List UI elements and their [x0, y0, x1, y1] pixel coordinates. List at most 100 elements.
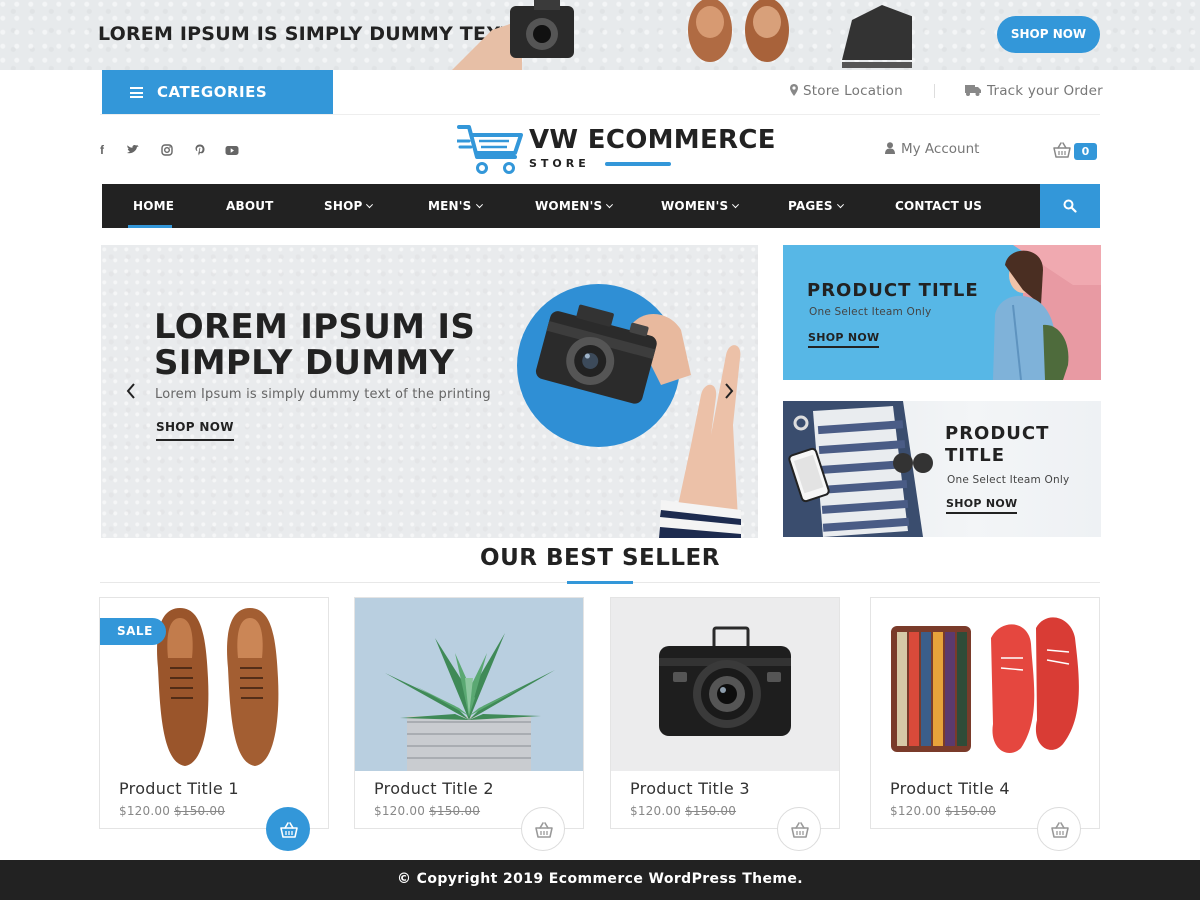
product-title[interactable]: Product Title 4: [890, 779, 1010, 798]
svg-text:f: f: [100, 143, 105, 157]
price-current: $120.00: [374, 804, 426, 818]
logo-accent-line: [605, 162, 671, 166]
user-icon: [885, 142, 895, 154]
search-button[interactable]: [1040, 184, 1100, 228]
product-card[interactable]: Product Title 3 $120.00 $150.00: [610, 597, 840, 851]
product-card[interactable]: Product Title 4 $120.00 $150.00: [870, 597, 1100, 851]
nav-shop-label: SHOP: [324, 199, 363, 213]
chevron-down-icon: [606, 201, 614, 209]
promo-accessories-image: [783, 401, 933, 537]
add-to-cart-button[interactable]: [1037, 807, 1081, 851]
section-accent-line: [567, 581, 633, 584]
banner-products-image: [452, 0, 912, 70]
price-old: $150.00: [429, 804, 481, 818]
hero-text: Lorem Ipsum is simply dummy text of the …: [155, 387, 491, 402]
nav-contact-us[interactable]: CONTACT US: [895, 199, 982, 213]
nav-womens-2[interactable]: WOMEN'S: [661, 199, 740, 213]
product-price: $120.00 $150.00: [374, 804, 480, 818]
chevron-down-icon: [836, 201, 844, 209]
product-price: $120.00 $150.00: [630, 804, 736, 818]
track-order-link[interactable]: Track your Order: [965, 83, 1103, 99]
nav-about[interactable]: ABOUT: [226, 199, 274, 213]
hero-shop-now-link[interactable]: SHOP NOW: [156, 420, 234, 441]
top-shop-now-button[interactable]: SHOP NOW: [997, 16, 1100, 53]
youtube-icon[interactable]: [224, 142, 240, 158]
hero-title: LOREM IPSUM IS SIMPLY DUMMY: [154, 307, 476, 383]
my-account-link[interactable]: My Account: [885, 141, 979, 157]
header-divider: [100, 114, 1100, 115]
nav-womens-2-label: WOMEN'S: [661, 199, 729, 213]
categories-button[interactable]: CATEGORIES: [102, 70, 333, 115]
instagram-icon[interactable]: [159, 142, 175, 158]
basket-icon: [280, 822, 298, 838]
map-marker-icon: [790, 84, 798, 96]
cart-logo-icon: [457, 125, 523, 174]
promo-woman-image: [993, 245, 1101, 380]
price-current: $120.00: [890, 804, 942, 818]
chevron-down-icon: [366, 201, 374, 209]
price-old: $150.00: [945, 804, 997, 818]
hero-camera-hand-image: [535, 304, 741, 538]
promo-2-subtitle: One Select Iteam Only: [947, 474, 1070, 486]
vintage-camera-image: [611, 598, 839, 771]
product-card[interactable]: Product Title 2 $120.00 $150.00: [354, 597, 584, 851]
best-seller-title: OUR BEST SELLER: [480, 545, 720, 571]
footer-copyright: © Copyright 2019 Ecommerce WordPress The…: [0, 860, 1200, 900]
cart-count-badge: 0: [1074, 143, 1097, 160]
chevron-down-icon: [732, 201, 740, 209]
search-icon: [1063, 199, 1077, 213]
top-banner: LOREM IPSUM IS SIMPLY DUMMY TEXT SHOP NO…: [0, 0, 1200, 70]
product-image[interactable]: [355, 598, 583, 771]
facebook-icon[interactable]: f: [94, 142, 110, 158]
sale-badge: SALE: [100, 618, 166, 645]
track-order-label: Track your Order: [987, 83, 1103, 99]
nav-womens-1[interactable]: WOMEN'S: [535, 199, 614, 213]
promo-2-title: PRODUCT TITLE: [945, 423, 1050, 466]
pinterest-icon[interactable]: [192, 142, 208, 158]
product-card[interactable]: SALE Product Title 1 $120.00 $150.00: [99, 597, 329, 851]
basket-icon: [791, 822, 809, 838]
basket-icon: [535, 822, 553, 838]
add-to-cart-button[interactable]: [521, 807, 565, 851]
product-title[interactable]: Product Title 1: [119, 779, 239, 798]
product-image[interactable]: [871, 598, 1099, 771]
product-title[interactable]: Product Title 3: [630, 779, 750, 798]
utility-divider: [934, 84, 935, 98]
nav-pages[interactable]: PAGES: [788, 199, 844, 213]
nav-mens[interactable]: MEN'S: [428, 199, 483, 213]
product-image[interactable]: [611, 598, 839, 771]
promo-banner-2[interactable]: PRODUCT TITLE One Select Iteam Only SHOP…: [783, 401, 1101, 537]
logo-title[interactable]: VW ECOMMERCE: [529, 125, 776, 155]
chevron-left-icon[interactable]: [121, 379, 141, 403]
logo-subtitle: STORE: [529, 157, 590, 170]
price-old: $150.00: [685, 804, 737, 818]
hero-slider: LOREM IPSUM IS SIMPLY DUMMY Lorem Ipsum …: [101, 245, 758, 538]
store-location-label: Store Location: [803, 83, 903, 99]
promo-1-subtitle: One Select Iteam Only: [809, 306, 932, 318]
chevron-right-icon[interactable]: [719, 379, 739, 403]
add-to-cart-button[interactable]: [777, 807, 821, 851]
nav-shop[interactable]: SHOP: [324, 199, 374, 213]
product-price: $120.00 $150.00: [890, 804, 996, 818]
nav-mens-label: MEN'S: [428, 199, 472, 213]
twitter-icon[interactable]: [125, 142, 141, 158]
menu-icon: [130, 87, 143, 98]
promo-1-title: PRODUCT TITLE: [807, 280, 979, 301]
succulent-plant-image: [355, 598, 583, 771]
basket-icon: [1051, 822, 1069, 838]
nav-womens-1-label: WOMEN'S: [535, 199, 603, 213]
main-nav: HOME ABOUT SHOP MEN'S WOMEN'S WOMEN'S PA…: [102, 184, 1040, 228]
price-current: $120.00: [630, 804, 682, 818]
add-to-cart-button[interactable]: [266, 807, 310, 851]
promo-2-shop-now-link[interactable]: SHOP NOW: [946, 497, 1018, 514]
promo-banner-1[interactable]: PRODUCT TITLE One Select Iteam Only SHOP…: [783, 245, 1101, 380]
truck-icon: [965, 85, 981, 96]
product-title[interactable]: Product Title 2: [374, 779, 494, 798]
price-current: $120.00: [119, 804, 171, 818]
promo-1-shop-now-link[interactable]: SHOP NOW: [808, 331, 880, 348]
price-old: $150.00: [174, 804, 226, 818]
nav-pages-label: PAGES: [788, 199, 833, 213]
basket-icon[interactable]: [1053, 142, 1071, 158]
nav-home[interactable]: HOME: [133, 199, 174, 213]
store-location-link[interactable]: Store Location: [790, 83, 903, 99]
